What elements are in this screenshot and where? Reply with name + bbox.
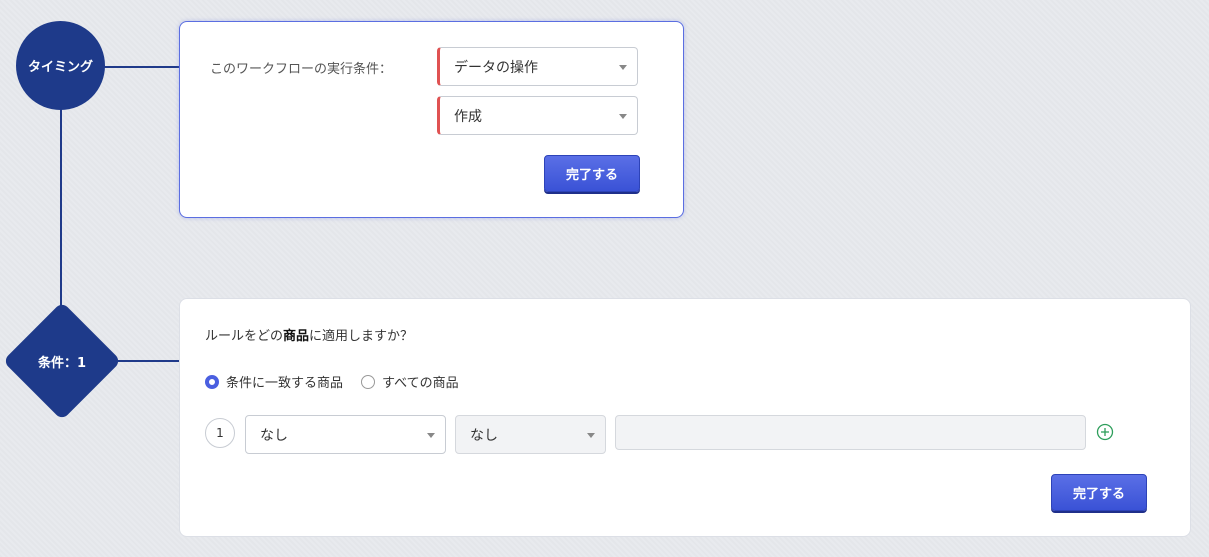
caret-down-icon xyxy=(427,433,435,438)
timing-card: このワークフローの実行条件： データの操作 作成 完了する xyxy=(179,21,684,218)
condition-card: ルールをどの商品に適用しますか？ 条件に一致する商品 すべての商品 1 なし な… xyxy=(179,298,1191,537)
create-select-value: 作成 xyxy=(454,108,482,125)
exec-condition-label: このワークフローの実行条件： xyxy=(210,62,393,77)
timing-node[interactable]: タイミング xyxy=(16,21,105,110)
operation-select[interactable]: データの操作 xyxy=(437,47,638,86)
caret-down-icon xyxy=(619,114,627,119)
radio-checked-icon[interactable] xyxy=(205,374,219,389)
radio-unchecked-icon[interactable] xyxy=(361,374,376,389)
radio-option-all[interactable]: すべての商品 xyxy=(361,372,459,391)
question-bold: 商品 xyxy=(283,329,310,344)
caret-down-icon xyxy=(619,65,627,70)
condition-done-button[interactable]: 完了する xyxy=(1051,474,1147,511)
caret-down-icon xyxy=(587,433,595,438)
create-select[interactable]: 作成 xyxy=(437,96,638,135)
connector-timing xyxy=(100,66,180,68)
add-circle-icon[interactable] xyxy=(1096,423,1114,441)
radio-matching-label: 条件に一致する商品 xyxy=(226,376,344,391)
apply-radio-group: 条件に一致する商品 すべての商品 xyxy=(205,372,477,391)
question-suffix: に適用しますか？ xyxy=(309,329,414,344)
rule-field-select[interactable]: なし xyxy=(245,415,446,454)
condition-node[interactable]: 条件：1 xyxy=(1,300,123,422)
connector-condition xyxy=(118,360,180,362)
timing-node-label: タイミング xyxy=(27,60,93,75)
question-prefix: ルールをどの xyxy=(205,329,284,344)
rule-value-input[interactable] xyxy=(615,415,1086,450)
apply-question: ルールをどの商品に適用しますか？ xyxy=(205,325,413,344)
radio-option-matching[interactable]: 条件に一致する商品 xyxy=(205,372,343,391)
rule-number-badge: 1 xyxy=(205,418,235,448)
radio-all-label: すべての商品 xyxy=(382,376,459,391)
operation-select-value: データの操作 xyxy=(454,59,538,76)
workflow-canvas: タイミング 条件：1 このワークフローの実行条件： データの操作 作成 完了する… xyxy=(0,0,1209,557)
rule-compare-select[interactable]: なし xyxy=(455,415,606,454)
rule-compare-value: なし xyxy=(470,427,498,444)
timing-done-button[interactable]: 完了する xyxy=(544,155,640,192)
condition-node-label: 条件：1 xyxy=(37,355,87,371)
rule-field-value: なし xyxy=(260,427,288,444)
connector-vertical xyxy=(60,108,62,308)
